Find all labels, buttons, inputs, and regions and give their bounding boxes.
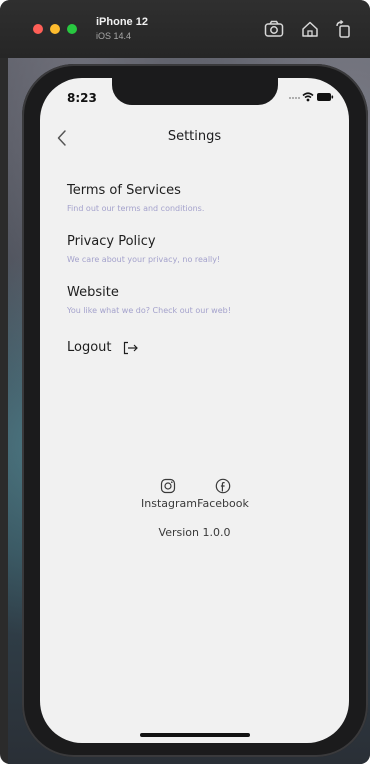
facebook-label: Facebook bbox=[197, 497, 249, 510]
menu-item-privacy-subtitle: We care about your privacy, no really! bbox=[67, 255, 221, 264]
minimize-window-button[interactable] bbox=[50, 24, 60, 34]
simulator-window: iPhone 12 iOS 14.4 8:23 Settings Terms o… bbox=[0, 0, 370, 764]
menu-item-privacy[interactable]: Privacy Policy bbox=[67, 234, 156, 249]
device-name: iPhone 12 bbox=[96, 16, 148, 28]
logout-label: Logout bbox=[67, 340, 112, 355]
os-version: iOS 14.4 bbox=[96, 31, 132, 41]
status-icons bbox=[289, 92, 334, 102]
phone-screen: 8:23 Settings Terms of Services Find out… bbox=[40, 78, 349, 743]
menu-item-terms-subtitle: Find out our terms and conditions. bbox=[67, 204, 205, 213]
home-icon[interactable] bbox=[300, 20, 320, 38]
logout-button[interactable]: Logout bbox=[67, 337, 139, 355]
zoom-window-button[interactable] bbox=[67, 24, 77, 34]
rotate-icon[interactable] bbox=[334, 20, 354, 38]
wifi-icon bbox=[302, 92, 314, 102]
signal-dots-icon bbox=[289, 97, 300, 99]
close-window-button[interactable] bbox=[33, 24, 43, 34]
simulator-titlebar: iPhone 12 iOS 14.4 bbox=[0, 0, 370, 58]
instagram-icon bbox=[160, 478, 176, 494]
battery-icon bbox=[317, 93, 334, 101]
menu-item-website[interactable]: Website bbox=[67, 285, 119, 300]
facebook-icon bbox=[215, 478, 231, 494]
app-version: Version 1.0.0 bbox=[158, 526, 231, 539]
status-time: 8:23 bbox=[67, 91, 97, 105]
page-title: Settings bbox=[167, 129, 222, 144]
logout-icon bbox=[123, 341, 138, 354]
screenshot-icon[interactable] bbox=[264, 20, 284, 38]
home-indicator[interactable] bbox=[140, 733, 250, 737]
menu-item-terms[interactable]: Terms of Services bbox=[67, 183, 181, 198]
notch bbox=[112, 78, 278, 105]
facebook-link[interactable]: Facebook bbox=[197, 478, 249, 510]
instagram-link[interactable]: Instagram bbox=[141, 478, 197, 510]
menu-item-website-subtitle: You like what we do? Check out our web! bbox=[67, 306, 231, 315]
instagram-label: Instagram bbox=[141, 497, 197, 510]
